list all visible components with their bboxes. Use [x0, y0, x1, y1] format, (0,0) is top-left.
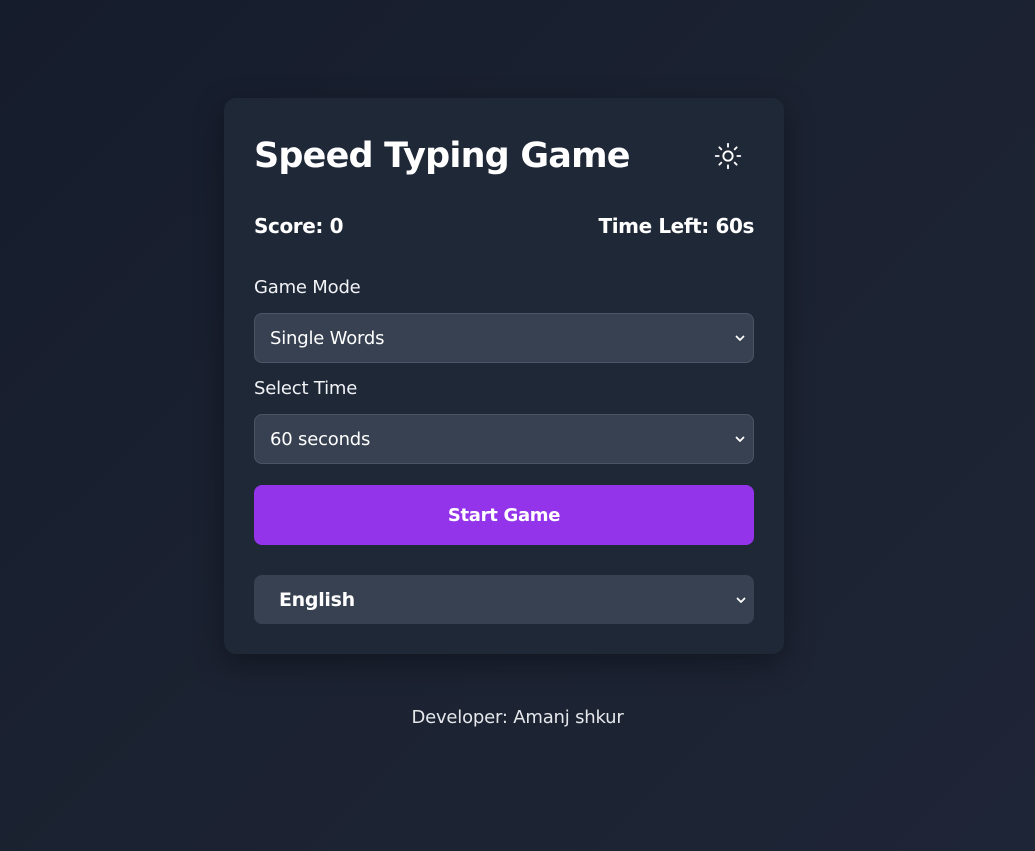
game-mode-label: Game Mode	[254, 277, 361, 298]
game-card: Speed Typing Game Score: 0 Time Left: 60…	[224, 98, 784, 654]
time-select-value: 60 seconds	[270, 428, 371, 450]
stats-row: Score: 0 Time Left: 60s	[254, 212, 754, 240]
time-select[interactable]: 60 seconds	[254, 414, 754, 464]
language-select-value: English	[279, 588, 355, 611]
time-left-display: Time Left: 60s	[598, 214, 754, 238]
start-game-button[interactable]: Start Game	[254, 485, 754, 545]
sun-icon	[714, 142, 742, 170]
language-select[interactable]: English	[254, 575, 754, 624]
game-mode-select[interactable]: Single Words	[254, 313, 754, 363]
card-header: Speed Typing Game	[254, 132, 754, 180]
chevron-down-icon	[733, 331, 747, 345]
page-title: Speed Typing Game	[254, 136, 630, 176]
developer-credit: Developer: Amanj shkur	[411, 707, 624, 728]
game-mode-value: Single Words	[270, 327, 385, 349]
chevron-down-icon	[733, 432, 747, 446]
select-time-label: Select Time	[254, 378, 358, 399]
chevron-down-icon	[734, 593, 748, 607]
score-display: Score: 0	[254, 214, 344, 238]
theme-toggle-button[interactable]	[710, 138, 746, 174]
